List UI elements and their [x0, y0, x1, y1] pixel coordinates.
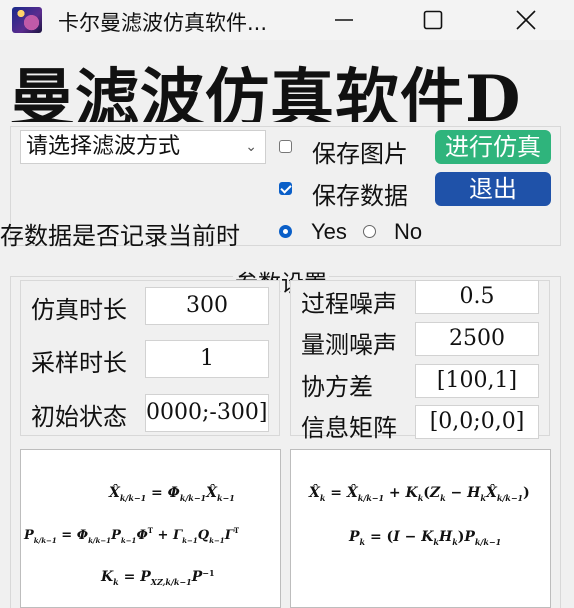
info-matrix-input[interactable]: [0,0;0,0] — [415, 405, 539, 439]
svg-text:Kk = PXZ,k/k−1P−1: Kk = PXZ,k/k−1P−1 — [100, 568, 215, 587]
chevron-down-icon: ⌄ — [245, 139, 257, 155]
save-image-checkbox[interactable] — [279, 140, 292, 153]
record-question-clip: 存数据是否记录当前时 — [0, 212, 268, 248]
close-button[interactable] — [502, 0, 550, 40]
measure-noise-input[interactable]: 2500 — [415, 322, 539, 356]
filter-method-select[interactable]: 请选择滤波方式 ⌄ — [20, 130, 266, 164]
exit-button[interactable]: 退出 — [435, 172, 551, 206]
record-question-label: 存数据是否记录当前时 — [0, 222, 240, 248]
process-noise-input[interactable]: 0.5 — [415, 280, 539, 314]
minimize-button[interactable] — [320, 0, 368, 40]
banner-title: 曼滤波仿真软件D — [10, 62, 522, 122]
minimize-icon — [335, 19, 353, 21]
app-icon — [12, 7, 42, 33]
sample-duration-label: 采样时长 — [31, 349, 127, 377]
save-data-checkbox[interactable] — [279, 182, 292, 195]
initial-state-label: 初始状态 — [31, 403, 127, 431]
window-title: 卡尔曼滤波仿真软件... — [58, 11, 268, 35]
covariance-label: 协方差 — [301, 373, 373, 401]
close-icon — [516, 10, 536, 30]
save-image-label: 保存图片 — [312, 140, 408, 168]
maximize-button[interactable] — [409, 0, 457, 40]
covariance-input[interactable]: [100,1] — [415, 364, 539, 398]
maximize-icon — [423, 10, 443, 30]
process-noise-label: 过程噪声 — [301, 290, 397, 318]
save-data-label: 保存数据 — [312, 182, 408, 210]
update-formula-image: X̂k = X̂k/k−1 + Kk(Zk − HkX̂k/k−1) Pk = … — [290, 449, 551, 608]
prediction-formula-image: X̂k/k−1 = Φk/k−1X̂k−1 Pk/k−1 = Φk/k−1Pk−… — [20, 449, 281, 608]
measure-noise-label: 量测噪声 — [301, 331, 397, 359]
initial-state-input[interactable]: 0000;-300] — [145, 394, 269, 432]
filter-method-value: 请选择滤波方式 — [26, 134, 181, 159]
info-matrix-label: 信息矩阵 — [301, 414, 397, 442]
svg-text:Pk = (I − KkHk)Pk/k−1: Pk = (I − KkHk)Pk/k−1 — [348, 529, 501, 547]
radio-yes[interactable] — [279, 225, 292, 238]
svg-text:X̂k = X̂k/k−1 + Kk(Zk − HkX̂k/: X̂k = X̂k/k−1 + Kk(Zk − HkX̂k/k−1) — [308, 483, 530, 503]
banner: 曼滤波仿真软件D — [0, 46, 574, 122]
run-simulation-button[interactable]: 进行仿真 — [435, 130, 551, 164]
sample-duration-input[interactable]: 1 — [145, 340, 269, 378]
radio-no-label: No — [394, 219, 423, 244]
radio-yes-label: Yes — [311, 219, 347, 244]
svg-text:X̂k/k−1 = Φk/k−1X̂k−1: X̂k/k−1 = Φk/k−1X̂k−1 — [108, 483, 235, 503]
radio-no[interactable] — [363, 225, 376, 238]
sim-duration-label: 仿真时长 — [31, 296, 127, 324]
svg-text:Pk/k−1 = Φk/k−1Pk−1ΦT + Γk−1Qk: Pk/k−1 = Φk/k−1Pk−1ΦT + Γk−1Qk−1ΓT — [23, 526, 240, 545]
sim-duration-input[interactable]: 300 — [145, 287, 269, 325]
